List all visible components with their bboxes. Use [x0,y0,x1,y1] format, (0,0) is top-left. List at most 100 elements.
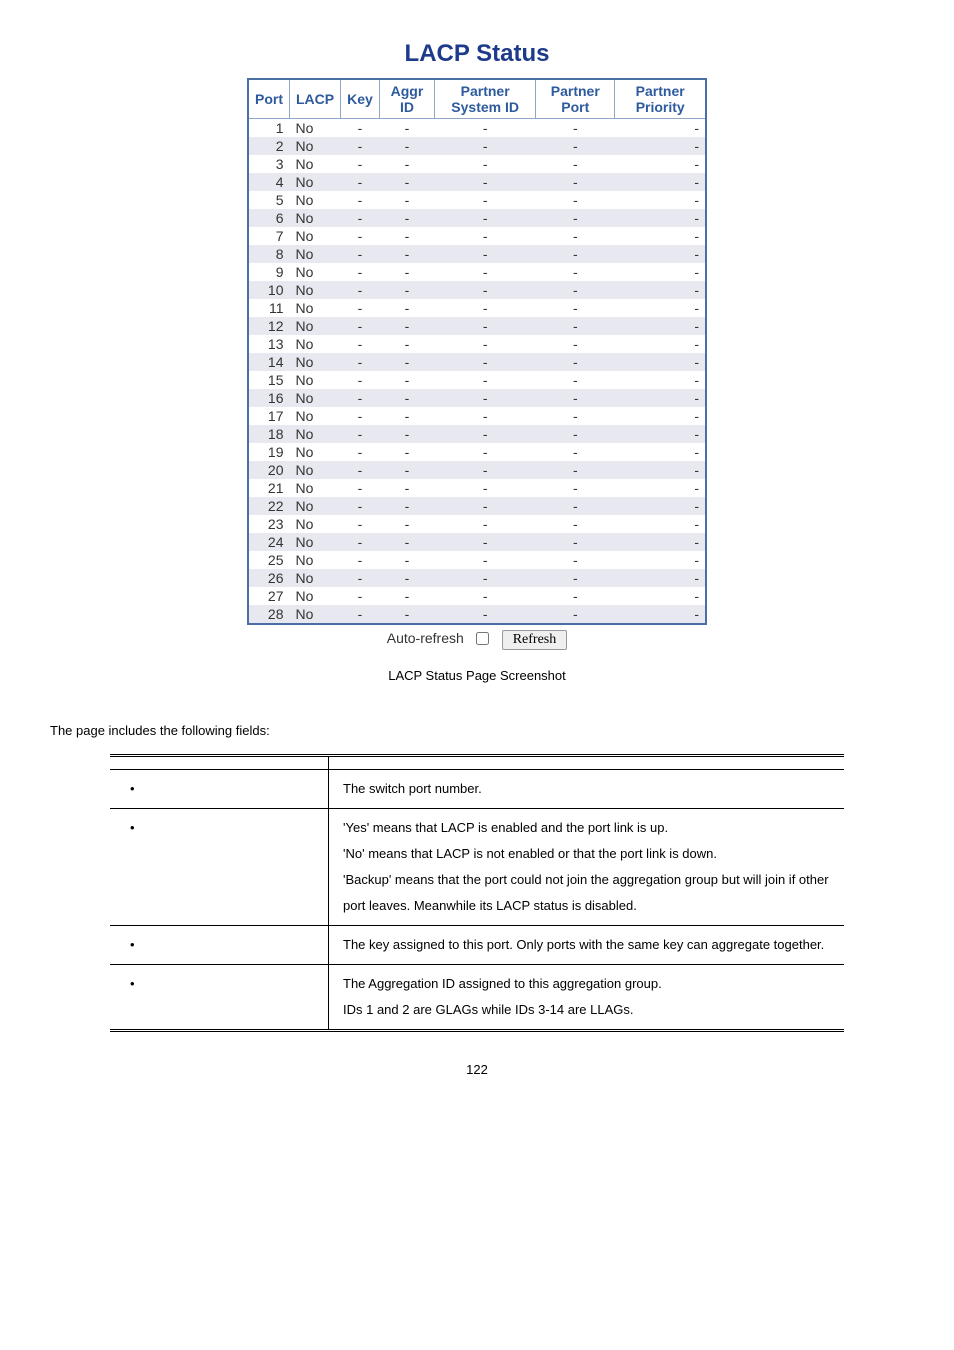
table-cell: - [536,569,615,587]
table-cell: - [615,587,706,605]
table-cell: - [435,533,536,551]
table-cell: - [536,137,615,155]
table-cell: - [379,515,434,533]
table-cell: - [379,317,434,335]
table-cell: - [615,317,706,335]
table-cell: - [341,587,380,605]
table-cell: - [615,173,706,191]
table-cell: - [615,425,706,443]
table-cell: - [379,137,434,155]
table-cell: No [290,227,341,245]
table-cell: No [290,443,341,461]
table-row: 14No----- [248,353,706,371]
table-cell: - [341,605,380,624]
screenshot-caption: LACP Status Page Screenshot [50,668,904,683]
table-cell: - [341,551,380,569]
table-cell: - [536,299,615,317]
table-cell: 22 [248,497,290,515]
fields-object: •LACP [110,808,329,925]
table-cell: - [341,389,380,407]
table-cell: No [290,191,341,209]
table-cell: No [290,317,341,335]
table-cell: 26 [248,569,290,587]
table-cell: - [536,245,615,263]
table-cell: - [435,299,536,317]
table-cell: No [290,173,341,191]
table-cell: 10 [248,281,290,299]
table-cell: - [341,371,380,389]
table-cell: - [615,461,706,479]
table-cell: 25 [248,551,290,569]
table-cell: No [290,587,341,605]
fields-header-object: Object [110,755,329,769]
table-cell: - [379,569,434,587]
table-cell: - [435,389,536,407]
th-aggr-id: Aggr ID [379,79,434,119]
table-row: 9No----- [248,263,706,281]
table-cell: - [536,281,615,299]
table-cell: No [290,209,341,227]
table-cell: 6 [248,209,290,227]
table-cell: - [615,137,706,155]
table-cell: - [435,425,536,443]
table-row: 27No----- [248,587,706,605]
table-cell: - [379,245,434,263]
table-cell: - [435,461,536,479]
table-cell: No [290,371,341,389]
table-cell: - [615,281,706,299]
table-cell: 19 [248,443,290,461]
table-row: 7No----- [248,227,706,245]
table-row: 8No----- [248,245,706,263]
table-cell: 16 [248,389,290,407]
table-cell: No [290,551,341,569]
table-cell: - [435,353,536,371]
table-cell: - [536,191,615,209]
fields-description: The Aggregation ID assigned to this aggr… [329,964,845,1030]
table-cell: 13 [248,335,290,353]
table-cell: - [435,587,536,605]
table-cell: - [379,389,434,407]
table-cell: - [379,155,434,173]
auto-refresh-label: Auto-refresh [387,630,464,646]
th-key: Key [341,79,380,119]
table-cell: - [379,353,434,371]
th-port: Port [248,79,290,119]
table-cell: - [615,533,706,551]
table-cell: - [341,425,380,443]
table-cell: - [536,371,615,389]
auto-refresh-checkbox[interactable] [476,632,489,645]
table-cell: - [341,119,380,138]
table-cell: - [341,497,380,515]
table-cell: 28 [248,605,290,624]
table-cell: - [435,173,536,191]
table-cell: - [341,299,380,317]
table-cell: 2 [248,137,290,155]
table-cell: 8 [248,245,290,263]
fields-description: The switch port number. [329,769,845,808]
table-cell: - [379,497,434,515]
table-cell: No [290,263,341,281]
table-cell: - [341,443,380,461]
fields-header-description: Description [329,755,845,769]
table-cell: - [379,533,434,551]
table-cell: - [615,443,706,461]
table-cell: No [290,569,341,587]
fields-row: •Aggr ID The Aggregation ID assigned to … [110,964,844,1030]
table-cell: 4 [248,173,290,191]
table-cell: - [615,263,706,281]
table-cell: - [379,551,434,569]
table-row: 18No----- [248,425,706,443]
table-cell: - [615,353,706,371]
refresh-button[interactable]: Refresh [502,630,568,650]
table-cell: No [290,461,341,479]
table-cell: - [379,299,434,317]
table-cell: - [615,515,706,533]
table-cell: - [341,209,380,227]
table-cell: - [615,551,706,569]
table-cell: - [615,389,706,407]
table-cell: - [435,317,536,335]
table-cell: - [341,317,380,335]
table-row: 24No----- [248,533,706,551]
table-cell: 24 [248,533,290,551]
table-cell: No [290,407,341,425]
